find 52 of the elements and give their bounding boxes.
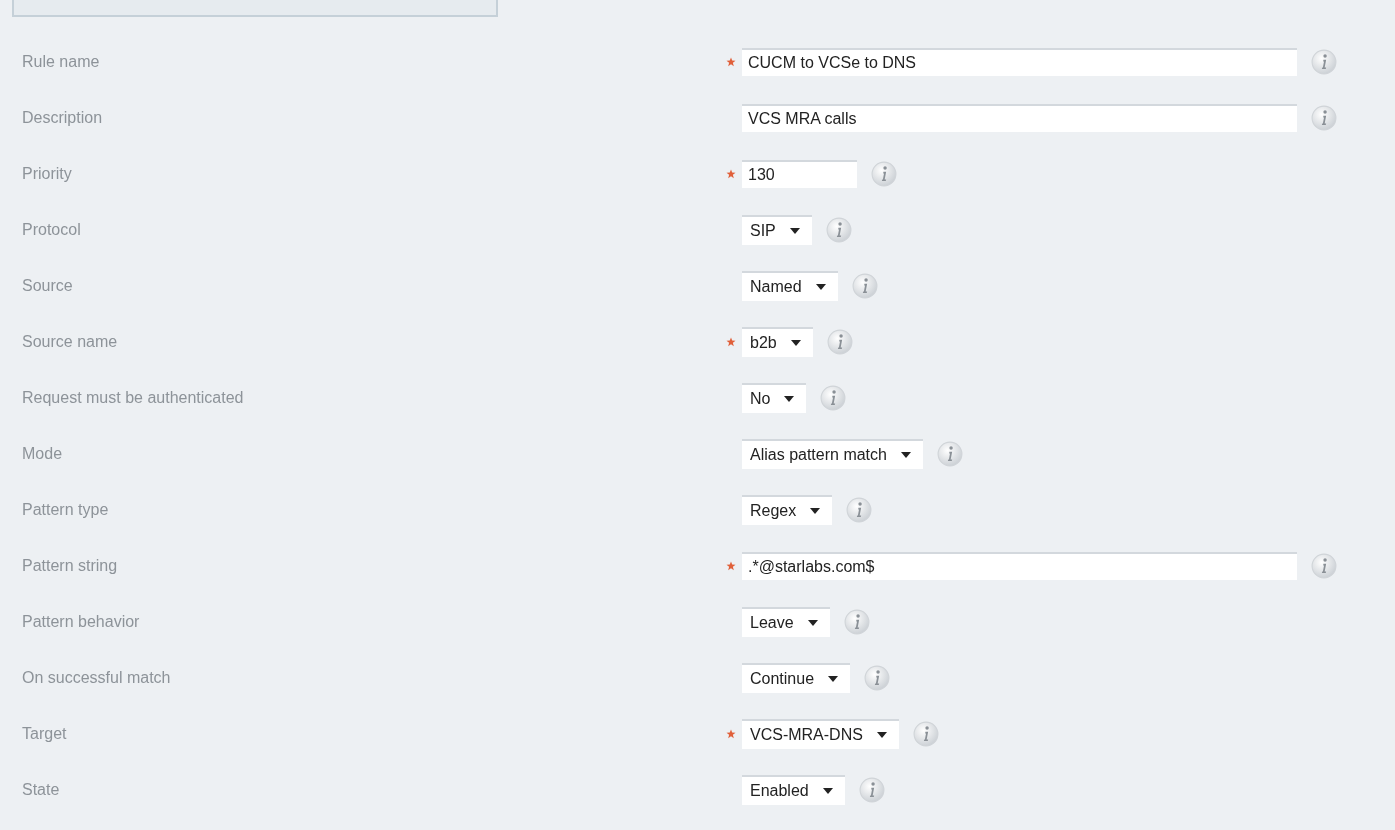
info-icon[interactable]: [871, 161, 897, 187]
field-label: Mode: [21, 445, 64, 463]
field-label: Pattern string: [21, 557, 119, 575]
text-field[interactable]: .*@starlabs.com$: [742, 552, 1297, 580]
caret-icon: [815, 284, 826, 290]
caret-icon: [810, 508, 821, 514]
field-label: Source name: [21, 333, 119, 351]
field-label: Pattern behavior: [21, 613, 141, 631]
field-label: Target: [21, 725, 68, 743]
caret-icon: [789, 228, 800, 234]
info-icon[interactable]: [820, 385, 847, 411]
info-icon[interactable]: [826, 329, 853, 355]
caret-icon: [790, 340, 801, 346]
field-label: Request must be authenticated: [21, 389, 245, 407]
dropdown[interactable]: VCS-MRA-DNS: [742, 719, 899, 749]
caret-icon: [828, 676, 839, 682]
field-label: On successful match: [21, 669, 172, 687]
text-field[interactable]: VCS MRA calls: [742, 104, 1297, 132]
field-label: Protocol: [21, 221, 82, 239]
dropdown[interactable]: Alias pattern match: [742, 439, 923, 469]
field-label: Rule name: [21, 53, 101, 71]
text-field[interactable]: CUCM to VCSe to DNS: [742, 48, 1297, 76]
caret-icon: [900, 452, 911, 458]
field-label: Pattern type: [21, 501, 110, 519]
dropdown[interactable]: SIP: [742, 215, 812, 245]
dropdown[interactable]: Named: [742, 271, 838, 301]
dropdown[interactable]: Enabled: [742, 775, 845, 805]
field-label: State: [21, 781, 61, 799]
dropdown[interactable]: b2b: [742, 327, 813, 357]
info-icon[interactable]: [1311, 49, 1337, 75]
dropdown[interactable]: Leave: [742, 607, 830, 637]
info-icon[interactable]: [858, 777, 885, 803]
caret-icon: [876, 732, 887, 738]
info-icon[interactable]: [843, 609, 870, 635]
caret-icon: [784, 396, 795, 402]
info-icon[interactable]: [912, 721, 939, 747]
info-icon[interactable]: [846, 497, 873, 523]
info-icon[interactable]: [864, 665, 891, 691]
info-icon[interactable]: [825, 217, 852, 243]
info-icon[interactable]: [1311, 105, 1337, 131]
number-field[interactable]: 130: [742, 160, 857, 188]
dropdown[interactable]: Regex: [742, 495, 833, 525]
dropdown[interactable]: Continue: [742, 663, 851, 693]
caret-icon: [822, 788, 833, 794]
info-icon[interactable]: [1311, 553, 1337, 579]
field-label: Source: [21, 277, 74, 295]
dropdown[interactable]: No: [742, 383, 807, 413]
field-label: Description: [21, 109, 104, 127]
info-icon[interactable]: [851, 273, 878, 299]
info-icon[interactable]: [936, 441, 963, 467]
field-label: Priority: [21, 165, 73, 183]
caret-icon: [807, 620, 818, 626]
